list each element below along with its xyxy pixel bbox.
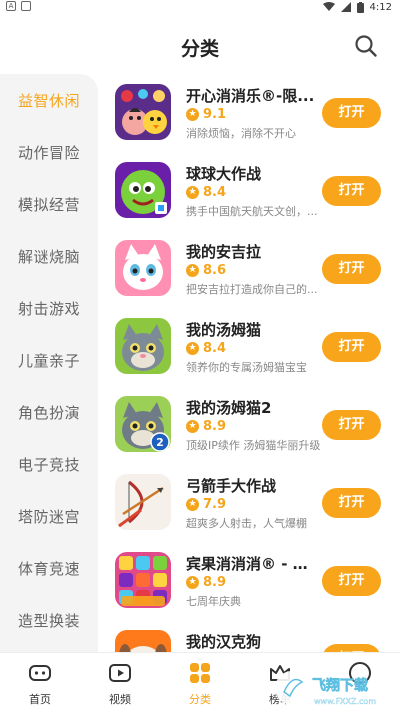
game-description: 消除烦恼，消除不开心	[186, 127, 296, 140]
open-button[interactable]: 打开	[322, 98, 381, 128]
sidebar-item-puzzle-casual[interactable]: 益智休闲	[0, 80, 98, 120]
game-row[interactable]: 我的安吉拉 ★ 8.6 把安吉拉打造成你自己的... 打开	[98, 230, 400, 308]
open-button[interactable]: 打开	[322, 176, 381, 206]
happy-match-game-icon	[115, 84, 171, 140]
star-icon: ★	[186, 264, 199, 277]
game-name: 开心消消乐®-限...	[186, 87, 315, 105]
game-description: 把安吉拉打造成你自己的...	[186, 283, 318, 296]
archer-game-icon	[115, 474, 171, 530]
game-row[interactable]: 我的汤姆猫 ★ 8.4 领养你的专属汤姆猫宝宝 打开	[98, 308, 400, 386]
open-button[interactable]: 打开	[322, 410, 381, 440]
sidebar-item-kids[interactable]: 儿童亲子	[0, 340, 98, 380]
game-row[interactable]: 宾果消消消® - 3... ★ 8.9 七周年庆典 打开	[98, 542, 400, 620]
open-button[interactable]: 打开	[322, 644, 381, 652]
battery-icon	[356, 1, 364, 13]
game-rating: ★ 8.9	[186, 419, 226, 434]
wifi-icon	[322, 2, 335, 11]
game-list: 开心消消乐®-限... ★ 9.1 消除烦恼，消除不开心 打开 球球大作战 ★ …	[98, 74, 400, 652]
game-rating: ★ 7.9	[186, 497, 226, 512]
tom-cat-2-game-icon: 2	[115, 396, 171, 452]
gamepad-icon	[29, 665, 51, 681]
svg-text:2: 2	[156, 436, 164, 449]
game-score: 7.9	[203, 497, 227, 512]
game-description: 领养你的专属汤姆猫宝宝	[186, 361, 307, 374]
game-description: 携手中国航天航天文创，...	[186, 205, 318, 218]
game-score: 8.4	[203, 185, 227, 200]
sidebar-item-esports[interactable]: 电子竞技	[0, 444, 98, 484]
signal-icon	[340, 2, 351, 12]
star-icon: ★	[186, 576, 199, 589]
tab-category[interactable]: 分类	[160, 653, 240, 712]
game-description: 七周年庆典	[186, 595, 241, 608]
game-name: 我的汉克狗	[186, 633, 262, 651]
open-button[interactable]: 打开	[322, 488, 381, 518]
category-grid-icon	[190, 663, 210, 683]
watermark-text: 飞翔下载	[312, 677, 368, 694]
star-icon: ★	[186, 420, 199, 433]
tab-home[interactable]: 首页	[0, 653, 80, 712]
game-description: 顶级IP续作 汤姆猫华丽升级	[186, 439, 321, 452]
sidebar-item-puzzle-brain[interactable]: 解谜烧脑	[0, 236, 98, 276]
game-description: 超爽多人射击，人气爆棚	[186, 517, 307, 530]
game-row[interactable]: 弓箭手大作战 ★ 7.9 超爽多人射击，人气爆棚 打开	[98, 464, 400, 542]
game-row[interactable]: 2 我的汤姆猫2 ★ 8.9 顶级IP续作 汤姆猫华丽升级 打开	[98, 386, 400, 464]
open-button[interactable]: 打开	[322, 566, 381, 596]
star-icon: ★	[186, 498, 199, 511]
game-row[interactable]: 我的汉克狗 打开	[98, 620, 400, 652]
search-icon	[355, 35, 377, 57]
game-score: 8.9	[203, 419, 227, 434]
watermark-url: www.FXXZ.com	[314, 697, 376, 706]
star-icon: ★	[186, 108, 199, 121]
sidebar-item-action-adventure[interactable]: 动作冒险	[0, 132, 98, 172]
hank-dog-game-icon	[115, 630, 171, 652]
sidebar-item-sports-racing[interactable]: 体育竞速	[0, 548, 98, 588]
tom-cat-game-icon	[115, 318, 171, 374]
game-name: 我的汤姆猫	[186, 321, 262, 339]
bingo-match-game-icon	[115, 552, 171, 608]
sidebar-item-tower-defense[interactable]: 塔防迷宫	[0, 496, 98, 536]
game-name: 我的安吉拉	[186, 243, 262, 261]
notification-a-icon: A	[6, 1, 16, 11]
sidebar-item-simulation[interactable]: 模拟经营	[0, 184, 98, 224]
open-button[interactable]: 打开	[322, 254, 381, 284]
tab-label: 视频	[109, 693, 131, 706]
game-score: 8.6	[203, 263, 227, 278]
game-row[interactable]: 开心消消乐®-限... ★ 9.1 消除烦恼，消除不开心 打开	[98, 74, 400, 152]
sidebar-item-dress-up[interactable]: 造型换装	[0, 600, 98, 640]
tab-label: 首页	[29, 693, 51, 706]
game-rating: ★ 8.4	[186, 341, 226, 356]
game-name: 宾果消消消® - 3...	[186, 555, 316, 573]
star-icon: ★	[186, 342, 199, 355]
header: 分类	[0, 14, 400, 76]
status-bar: A 4:12	[0, 0, 400, 14]
star-icon: ★	[186, 186, 199, 199]
category-sidebar: 益智休闲 动作冒险 模拟经营 解谜烧脑 射击游戏 儿童亲子 角色扮演 电子竞技 …	[0, 74, 98, 652]
game-score: 8.4	[203, 341, 227, 356]
game-row[interactable]: 球球大作战 ★ 8.4 携手中国航天航天文创，... 打开	[98, 152, 400, 230]
game-rating: ★ 9.1	[186, 107, 226, 122]
status-time: 4:12	[369, 1, 392, 13]
ball-battle-game-icon	[115, 162, 171, 218]
watermark-logo: 飞翔下载 www.FXXZ.com	[272, 664, 400, 711]
video-play-icon	[109, 664, 131, 682]
notification-box-icon	[21, 1, 31, 11]
sidebar-item-shooting[interactable]: 射击游戏	[0, 288, 98, 328]
game-name: 球球大作战	[186, 165, 262, 183]
sidebar-item-rpg[interactable]: 角色扮演	[0, 392, 98, 432]
game-rating: ★ 8.4	[186, 185, 226, 200]
game-name: 弓箭手大作战	[186, 477, 277, 495]
game-score: 9.1	[203, 107, 227, 122]
game-score: 8.9	[203, 575, 227, 590]
page-title: 分类	[180, 38, 219, 60]
open-button[interactable]: 打开	[322, 332, 381, 362]
game-name: 我的汤姆猫2	[186, 399, 272, 417]
angela-cat-game-icon	[115, 240, 171, 296]
game-rating: ★ 8.6	[186, 263, 226, 278]
search-button[interactable]	[354, 34, 378, 58]
tab-label: 分类	[189, 693, 211, 706]
game-rating: ★ 8.9	[186, 575, 226, 590]
tab-video[interactable]: 视频	[80, 653, 160, 712]
